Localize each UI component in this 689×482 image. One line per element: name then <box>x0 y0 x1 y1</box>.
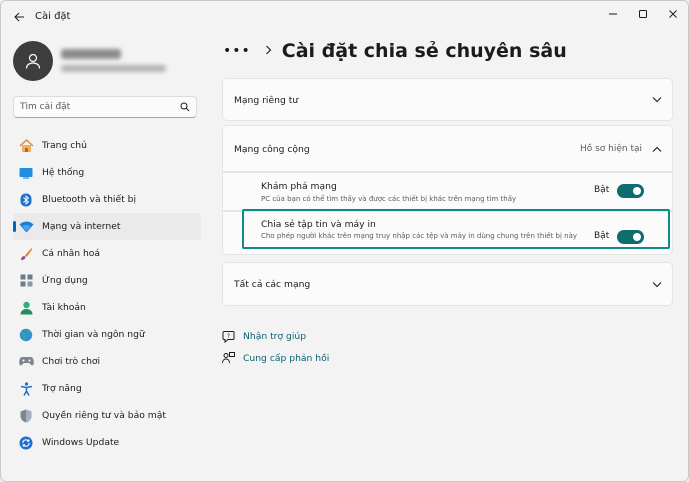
sidebar-item-label: Hệ thống <box>42 167 85 178</box>
sidebar-item-windows-update[interactable]: Windows Update <box>13 429 201 456</box>
maximize-button[interactable] <box>628 3 658 25</box>
globe-icon <box>18 327 34 343</box>
give-feedback-label: Cung cấp phản hồi <box>243 352 330 364</box>
sidebar-item-label: Cá nhân hoá <box>42 248 101 259</box>
bluetooth-icon <box>18 192 34 208</box>
search-input[interactable] <box>14 98 164 116</box>
profile-email-blurred <box>61 65 166 72</box>
public-network-title: Mạng công cộng <box>234 144 310 155</box>
get-help-label: Nhận trợ giúp <box>243 330 307 342</box>
sidebar-item-label: Tài khoản <box>42 302 86 313</box>
search-icon[interactable] <box>180 102 190 112</box>
svg-text:?: ? <box>226 333 229 340</box>
current-profile-label: Hồ sơ hiện tại <box>579 144 642 154</box>
sidebar-item-personalization[interactable]: Cá nhân hoá <box>13 240 201 267</box>
toggle-knob <box>633 187 641 195</box>
person-icon <box>25 53 41 69</box>
file-printer-sharing-toggle[interactable] <box>617 230 644 244</box>
sidebar-item-bluetooth[interactable]: Bluetooth và thiết bị <box>13 186 201 213</box>
sidebar-item-home[interactable]: Trang chủ <box>13 132 201 159</box>
network-discovery-toggle[interactable] <box>617 184 644 198</box>
get-help-link[interactable]: ? Nhận trợ giúp <box>221 329 306 343</box>
home-icon <box>18 138 34 154</box>
minimize-icon <box>609 13 617 15</box>
chevron-down-icon[interactable] <box>652 281 662 288</box>
public-network-section[interactable]: Mạng công cộng Hồ sơ hiện tại <box>222 125 673 172</box>
network-discovery-title: Khám phá mạng <box>261 181 337 192</box>
sidebar-item-system[interactable]: Hệ thống <box>13 159 201 186</box>
all-networks-title: Tất cả các mạng <box>234 279 311 290</box>
sidebar-item-accounts[interactable]: Tài khoản <box>13 294 201 321</box>
give-feedback-link[interactable]: Cung cấp phản hồi <box>221 351 329 365</box>
search-box[interactable] <box>13 96 197 118</box>
network-discovery-description: PC của bạn có thể tìm thấy và được các t… <box>261 195 517 203</box>
sidebar-item-label: Chơi trò chơi <box>42 356 101 367</box>
sidebar-item-privacy[interactable]: Quyền riêng tư và bảo mật <box>13 402 201 429</box>
sidebar-item-label: Windows Update <box>42 437 120 448</box>
file-printer-sharing-state: Bật <box>594 231 610 241</box>
apps-icon <box>18 273 34 289</box>
sidebar-item-label: Quyền riêng tư và bảo mật <box>42 410 166 421</box>
system-icon <box>18 165 34 181</box>
private-network-section[interactable]: Mạng riêng tư <box>222 78 673 121</box>
minimize-button[interactable] <box>598 3 628 25</box>
all-networks-section[interactable]: Tất cả các mạng <box>222 262 673 306</box>
breadcrumb: ••• Cài đặt chia sẻ chuyên sâu <box>223 37 567 65</box>
sidebar-nav: Trang chủ Hệ thống Bluetooth và thiết bị… <box>13 132 201 456</box>
file-printer-sharing-row: Chia sẻ tập tin và máy in Cho phép người… <box>222 211 673 255</box>
sidebar-item-label: Mạng và internet <box>42 221 121 232</box>
accessibility-icon <box>18 381 34 397</box>
profile-name-blurred <box>61 49 121 59</box>
chevron-up-icon[interactable] <box>652 146 662 153</box>
file-printer-sharing-description: Cho phép người khác trên mạng truy nhập … <box>261 232 578 240</box>
sidebar-item-time-language[interactable]: Thời gian và ngôn ngữ <box>13 321 201 348</box>
sidebar-item-apps[interactable]: Ứng dụng <box>13 267 201 294</box>
private-network-title: Mạng riêng tư <box>234 95 299 106</box>
chevron-right-icon <box>265 43 272 59</box>
sidebar-item-label: Bluetooth và thiết bị <box>42 194 137 205</box>
sidebar-item-label: Trang chủ <box>42 140 87 151</box>
shield-icon <box>18 408 34 424</box>
network-discovery-row: Khám phá mạng PC của bạn có thể tìm thấy… <box>222 172 673 211</box>
sidebar-item-label: Ứng dụng <box>42 275 88 286</box>
settings-window: Cài đặt Tìm cài đặt Trang chủ Hệ thống B… <box>0 0 689 482</box>
network-discovery-state: Bật <box>594 185 610 195</box>
toggle-knob <box>633 233 641 241</box>
gamepad-icon <box>18 354 34 370</box>
avatar <box>13 41 53 81</box>
title-bar: Cài đặt <box>1 1 688 33</box>
brush-icon <box>18 246 34 262</box>
network-icon <box>18 219 34 235</box>
help-icon: ? <box>221 329 235 343</box>
account-icon <box>18 300 34 316</box>
close-icon <box>669 10 677 18</box>
sidebar-item-network[interactable]: Mạng và internet <box>13 213 201 240</box>
back-button[interactable] <box>9 7 29 27</box>
close-button[interactable] <box>658 3 688 25</box>
update-icon <box>18 435 34 451</box>
chevron-down-icon[interactable] <box>652 96 662 103</box>
sidebar-item-gaming[interactable]: Chơi trò chơi <box>13 348 201 375</box>
app-title: Cài đặt <box>35 11 71 22</box>
file-printer-sharing-title: Chia sẻ tập tin và máy in <box>261 219 376 230</box>
arrow-left-icon <box>13 12 24 22</box>
breadcrumb-more-button[interactable]: ••• <box>223 43 251 59</box>
feedback-icon <box>221 351 235 365</box>
maximize-icon <box>639 10 647 18</box>
sidebar-item-label: Thời gian và ngôn ngữ <box>42 329 145 340</box>
sidebar-item-label: Trợ năng <box>42 383 82 394</box>
page-title: Cài đặt chia sẻ chuyên sâu <box>281 40 567 62</box>
sidebar-item-accessibility[interactable]: Trợ năng <box>13 375 201 402</box>
